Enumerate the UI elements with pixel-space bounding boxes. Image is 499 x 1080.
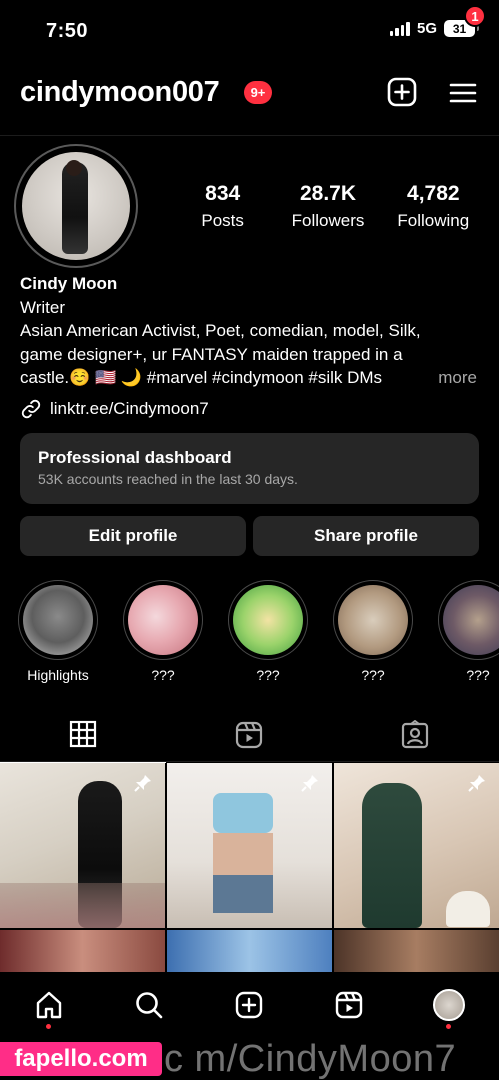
profile-stats: 834 Posts 28.7K Followers 4,782 Followin…	[170, 182, 486, 231]
highlight-cover	[128, 585, 198, 655]
tab-tagged[interactable]	[332, 712, 498, 762]
grid-post[interactable]	[0, 930, 165, 972]
bio-line: game designer+, ur FANTASY maiden trappe…	[20, 344, 403, 364]
watermark-text: c m/CindyMoon7	[164, 1038, 457, 1080]
nav-reels[interactable]	[332, 988, 366, 1022]
highlight-cover	[443, 585, 499, 655]
stat-value: 28.7K	[299, 182, 357, 205]
stat-value: 834	[205, 182, 241, 205]
stat-followers[interactable]: 28.7K Followers	[275, 182, 380, 231]
highlight-cover	[233, 585, 303, 655]
highlight-label: Highlights	[27, 667, 89, 683]
highlight-item[interactable]: ???	[332, 580, 414, 683]
highlight-cover	[23, 585, 93, 655]
tab-posts-grid[interactable]	[0, 712, 166, 763]
stat-following[interactable]: 4,782 Following	[381, 182, 486, 231]
category-label: Writer	[20, 297, 66, 317]
tab-reels[interactable]	[166, 712, 332, 762]
highlight-item[interactable]: ???	[227, 580, 309, 683]
username-switcher[interactable]: cindymoon007	[20, 76, 220, 109]
stat-label: Followers	[291, 211, 365, 230]
pin-icon	[301, 775, 318, 792]
network-label: 5G	[416, 20, 437, 37]
highlight-item[interactable]: ???	[122, 580, 204, 683]
grid-post[interactable]	[167, 930, 332, 972]
menu-badge: 1	[464, 5, 486, 27]
nav-create[interactable]	[232, 988, 266, 1022]
highlight-label: ???	[151, 667, 175, 683]
nav-profile[interactable]	[432, 988, 466, 1022]
bio-line: Asian American Activist, Poet, comedian,…	[20, 321, 421, 340]
nav-home-dot	[46, 1024, 51, 1029]
nav-home[interactable]	[32, 988, 66, 1022]
search-icon	[136, 992, 163, 1019]
pin-icon	[468, 775, 485, 792]
profile-tabs	[0, 712, 499, 763]
pin-icon	[134, 775, 151, 792]
status-indicators: 5G 31	[389, 20, 479, 37]
highlight-cover	[338, 585, 408, 655]
signal-icon	[389, 21, 410, 36]
professional-dashboard[interactable]: Professional dashboard 53K accounts reac…	[20, 433, 479, 504]
highlight-label: ???	[256, 667, 280, 683]
bio-line: castle.☺️ 🇺🇸 🌙 #marvel #cindymoon #silk …	[20, 368, 383, 387]
hamburger-menu-icon[interactable]	[448, 78, 478, 108]
profile-bio: Cindy Moon Writer Asian American Activis…	[20, 272, 485, 390]
watermark-overlay: fapello.com c m/CindyMoon7	[0, 1037, 499, 1080]
battery-level: 31	[452, 21, 467, 36]
nav-profile-dot	[446, 1024, 451, 1029]
stat-label: Following	[397, 211, 470, 230]
reels-icon	[335, 991, 363, 1019]
highlight-item[interactable]: ???	[437, 580, 499, 683]
bio-link[interactable]: linktr.ee/Cindymoon7	[20, 398, 209, 420]
grid-post[interactable]	[334, 763, 499, 928]
link-icon	[21, 399, 41, 419]
highlight-label: ???	[361, 667, 385, 683]
edit-profile-button[interactable]: Edit profile	[20, 516, 246, 556]
dashboard-subtitle: 53K accounts reached in the last 30 days…	[38, 471, 298, 487]
grid-post[interactable]	[0, 763, 165, 928]
bio-link-text: linktr.ee/Cindymoon7	[50, 399, 209, 418]
avatar-image	[22, 152, 130, 260]
reels-icon	[235, 721, 263, 749]
stat-label: Posts	[201, 211, 244, 230]
highlight-label: ???	[466, 667, 490, 683]
grid-post[interactable]	[167, 763, 332, 928]
nav-search[interactable]	[132, 988, 166, 1022]
tagged-user-icon	[401, 720, 429, 749]
plus-square-icon[interactable]	[386, 76, 418, 108]
profile-header: cindymoon007 9+	[0, 70, 499, 116]
display-name: Cindy Moon	[20, 274, 118, 293]
status-bar: 7:50 5G 31	[0, 0, 499, 62]
highlight-item[interactable]: Highlights	[17, 580, 99, 683]
notification-badge: 9+	[244, 81, 272, 104]
watermark-logo: fapello.com	[0, 1042, 162, 1076]
bio-more-link[interactable]: more	[438, 366, 477, 390]
dashboard-title: Professional dashboard	[38, 448, 232, 467]
grid-icon	[69, 720, 97, 748]
profile-avatar[interactable]	[14, 144, 138, 268]
header-divider	[0, 135, 499, 136]
stat-value: 4,782	[407, 182, 460, 205]
status-time: 7:50	[46, 20, 89, 42]
share-profile-button[interactable]: Share profile	[253, 516, 479, 556]
profile-avatar-icon	[433, 989, 465, 1021]
stat-posts[interactable]: 834 Posts	[170, 182, 275, 231]
grid-post[interactable]	[334, 930, 499, 972]
home-icon	[36, 991, 62, 1019]
create-icon	[235, 991, 263, 1019]
